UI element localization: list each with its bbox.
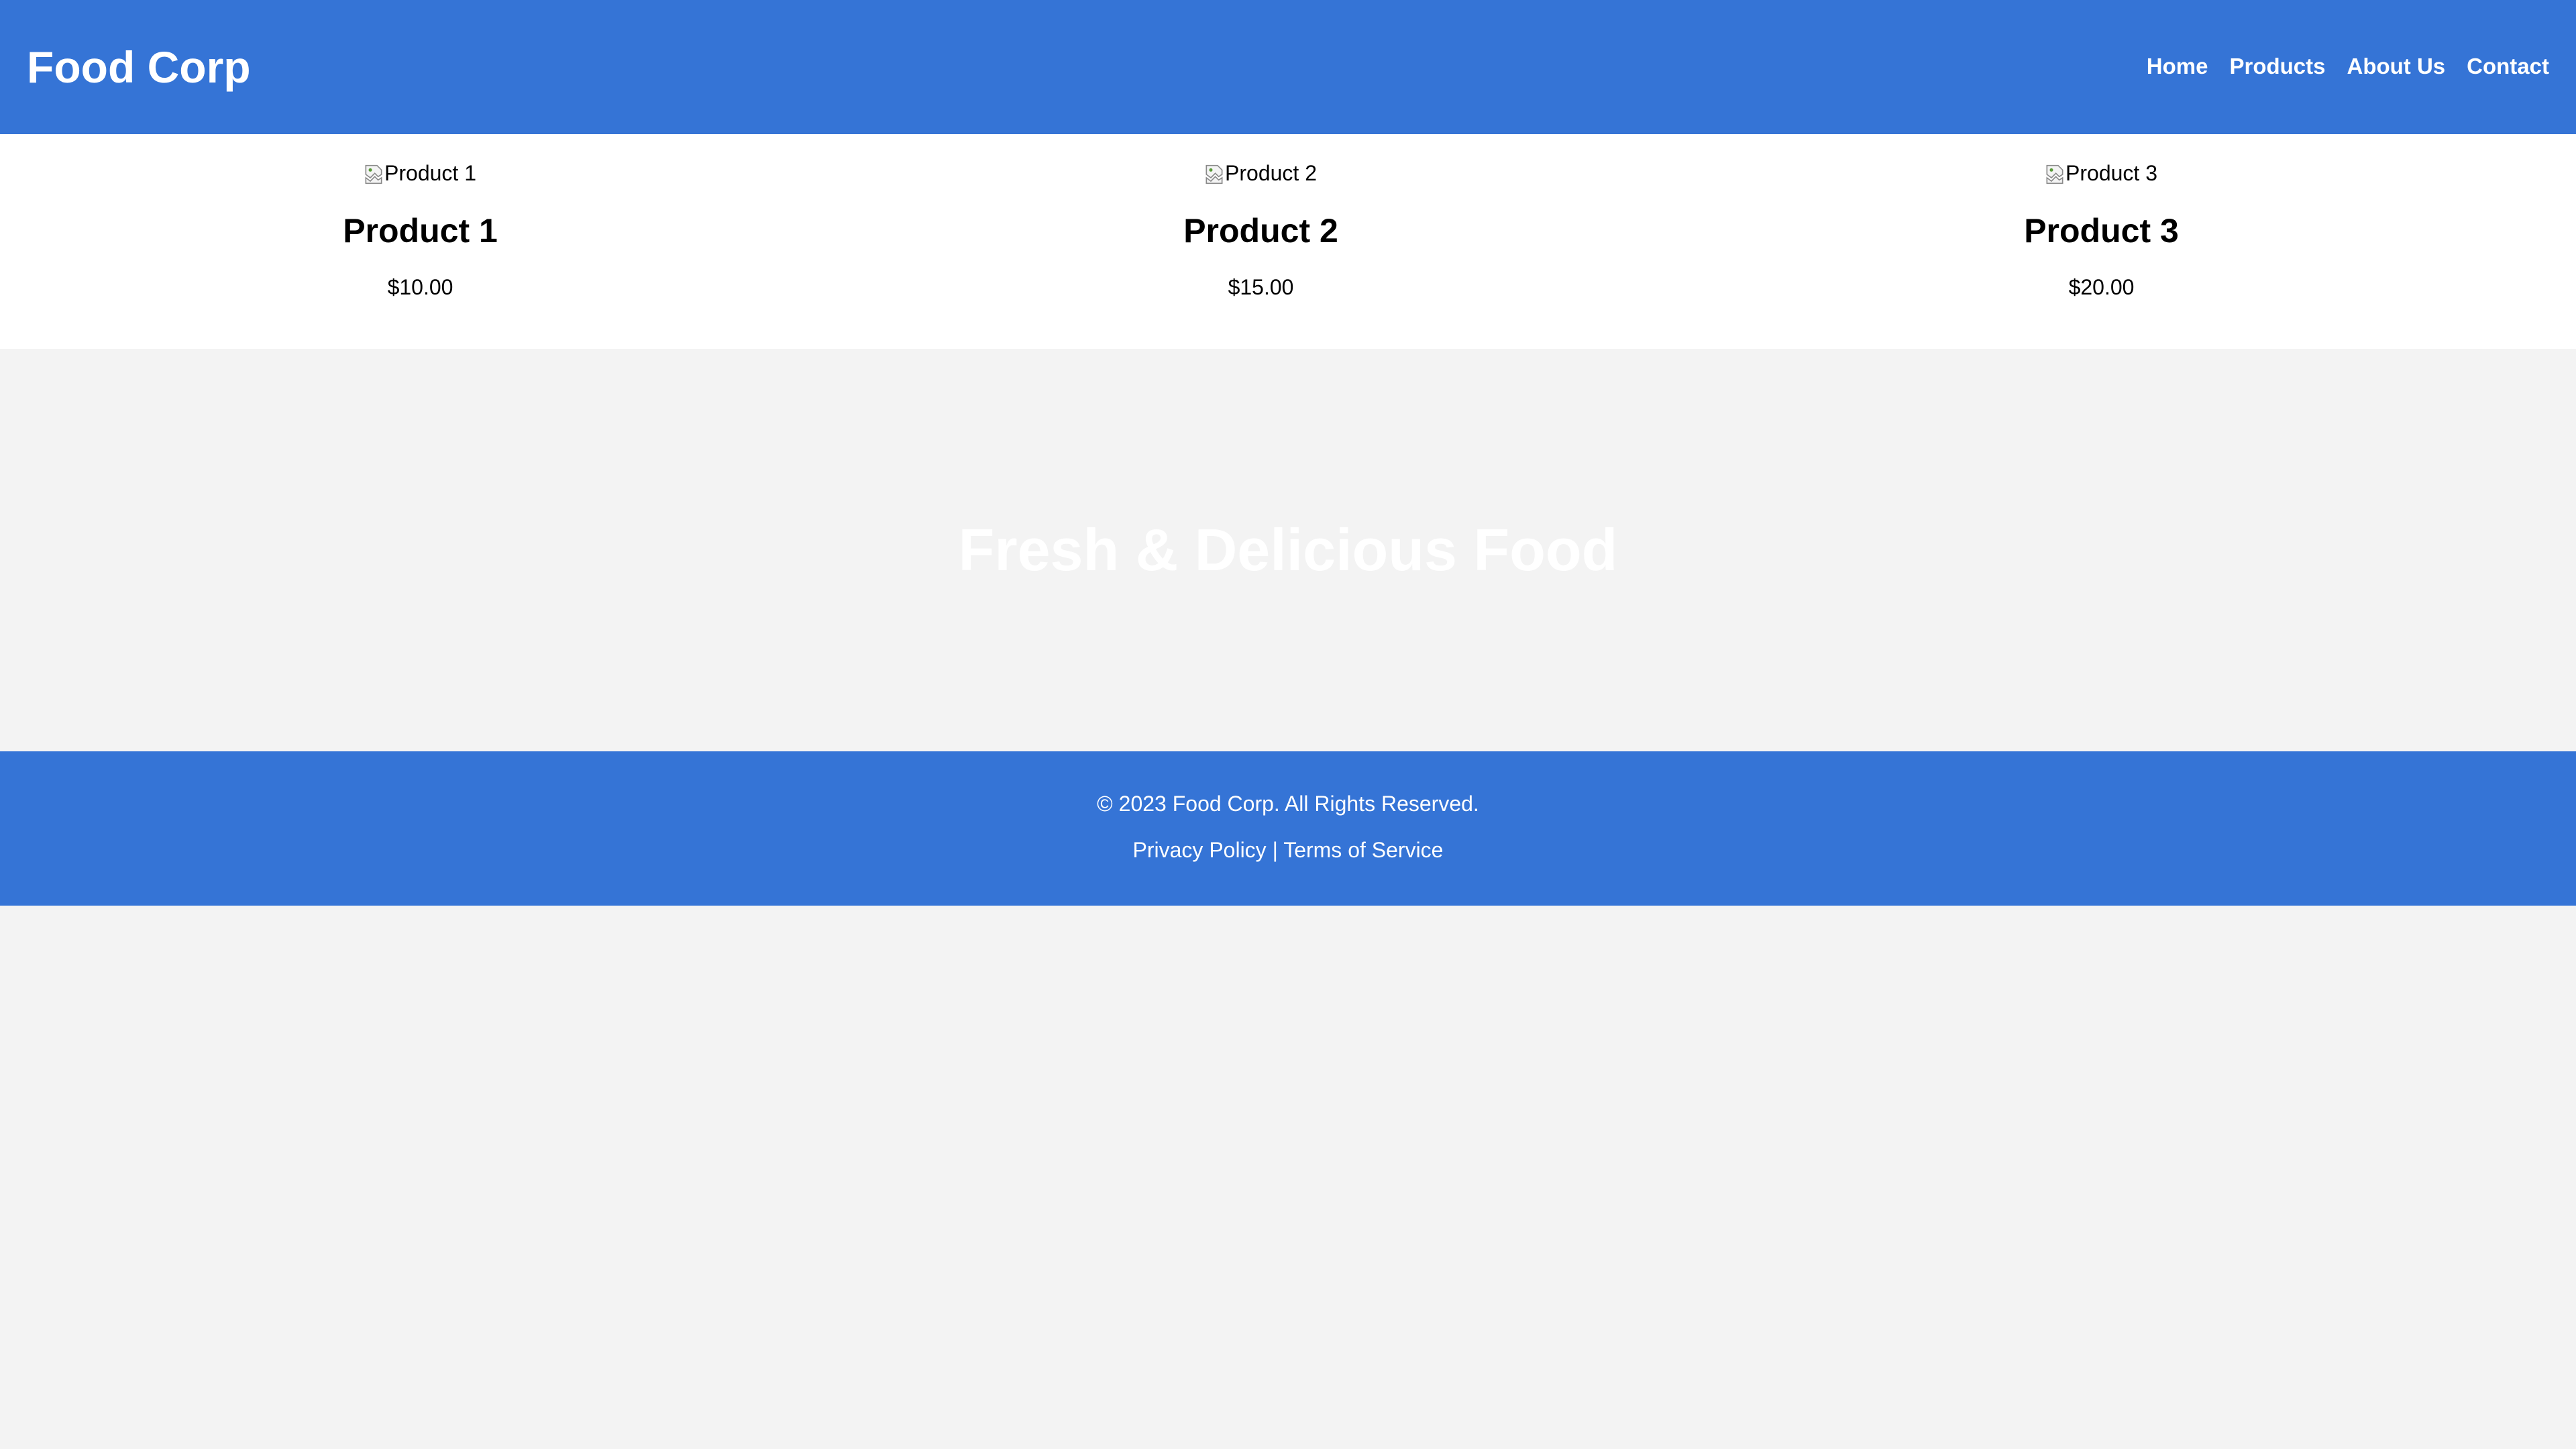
product-image-alt: Product 2 bbox=[1225, 161, 1317, 185]
product-image-alt: Product 1 bbox=[384, 161, 476, 185]
product-name: Product 1 bbox=[343, 212, 498, 250]
nav-link-products[interactable]: Products bbox=[2229, 52, 2325, 81]
product-price: $10.00 bbox=[387, 275, 453, 299]
product-card[interactable]: Product 3 Product 3 $20.00 bbox=[1681, 134, 2522, 349]
site-footer: © 2023 Food Corp. All Rights Reserved. P… bbox=[0, 751, 2576, 906]
product-price: $15.00 bbox=[1228, 275, 1294, 299]
nav-link-home[interactable]: Home bbox=[2147, 52, 2208, 81]
broken-image-icon bbox=[2046, 164, 2063, 184]
product-card[interactable]: Product 2 Product 2 $15.00 bbox=[841, 134, 1681, 349]
product-image-alt: Product 3 bbox=[2065, 161, 2157, 185]
main-nav: Home Products About Us Contact bbox=[2147, 52, 2549, 81]
site-header: Food Corp Home Products About Us Contact bbox=[0, 0, 2576, 134]
brand-logo-text[interactable]: Food Corp bbox=[27, 39, 251, 95]
copyright-text: © 2023 Food Corp. All Rights Reserved. bbox=[1097, 792, 1479, 816]
product-price: $20.00 bbox=[2068, 275, 2135, 299]
privacy-policy-link[interactable]: Privacy Policy bbox=[1133, 838, 1267, 862]
terms-of-service-link[interactable]: Terms of Service bbox=[1283, 838, 1443, 862]
product-name: Product 2 bbox=[1183, 212, 1338, 250]
product-image: Product 1 bbox=[0, 160, 841, 186]
footer-links: Privacy Policy | Terms of Service bbox=[0, 837, 2576, 863]
nav-link-contact[interactable]: Contact bbox=[2467, 52, 2549, 81]
product-image: Product 3 bbox=[1681, 160, 2522, 186]
product-name: Product 3 bbox=[2024, 212, 2179, 250]
broken-image-icon bbox=[365, 164, 382, 184]
nav-link-about-us[interactable]: About Us bbox=[2347, 52, 2446, 81]
product-image: Product 2 bbox=[841, 160, 1681, 186]
product-card[interactable]: Product 1 Product 1 $10.00 bbox=[0, 134, 841, 349]
broken-image-icon bbox=[1205, 164, 1223, 184]
hero-title: Fresh & Delicious Food bbox=[958, 517, 1618, 583]
hero-section: Fresh & Delicious Food bbox=[0, 349, 2576, 751]
footer-separator: | bbox=[1272, 838, 1278, 862]
products-section: Product 1 Product 1 $10.00 Product 2 Pro… bbox=[0, 134, 2576, 349]
